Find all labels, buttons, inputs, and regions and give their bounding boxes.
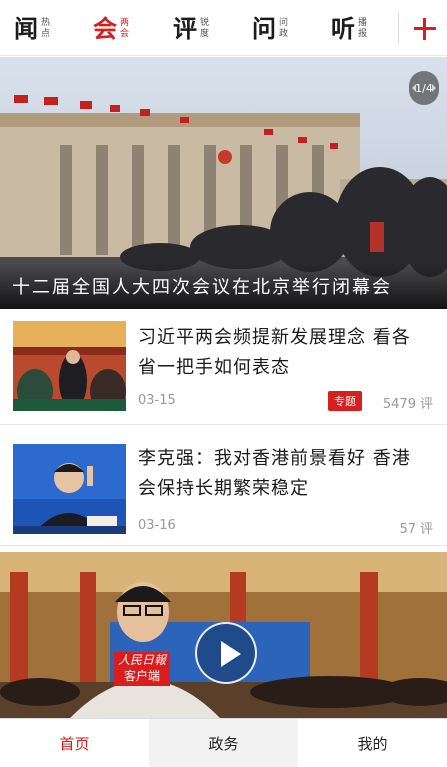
comment-count-value: 5479 [382,397,416,412]
news-thumbnail [13,321,126,411]
news-date: 03-16 [138,518,176,533]
tab-mine[interactable]: 我的 [298,719,447,767]
nav-tab-commentary-label: 评 [173,14,197,43]
hero-banner[interactable]: 1/4 十二届全国人大四次会议在北京举行闭幕会 [0,57,447,309]
nav-sub-text: 锐 [200,18,210,28]
play-icon[interactable] [195,622,257,684]
comment-count-unit: 评 [419,522,433,537]
video-source-logo: 人民日報 客户端 [114,652,170,686]
nav-sub-text: 两 [120,18,130,28]
nav-tab-hot[interactable]: 闻 热 点 [14,10,50,48]
news-thumbnail [13,444,126,534]
news-item[interactable]: 习近平两会频提新发展理念 看各省一把手如何表态 03-15 专题 5479 评 [0,309,447,425]
nav-sub-text: 热 [41,18,51,28]
bottom-tab-bar: 首页 政务 我的 [0,718,447,767]
logo-subtext: 客户端 [123,669,160,683]
nav-sub-text: 问 [279,18,289,28]
hero-caption-overlay: 十二届全国人大四次会议在北京举行闭幕会 [0,263,447,309]
nav-sub-text: 点 [41,29,51,39]
nav-sub-text: 会 [120,29,130,39]
comment-count: 57 评 [399,518,433,537]
news-item[interactable]: 李克强：我对香港前景看好 香港会保持长期繁荣稳定 03-16 57 评 [0,430,447,546]
logo-text: 人民日報 [117,653,166,667]
video-card[interactable] [0,552,447,718]
hero-caption: 十二届全国人大四次会议在北京举行闭幕会 [12,277,392,298]
nav-tab-broadcast-label: 听 [331,14,355,43]
nav-tab-commentary-sub: 锐 度 [200,18,209,40]
nav-tab-ask-gov-sub: 问 政 [279,18,288,40]
tab-government[interactable]: 政务 [149,719,298,767]
comment-count: 5479 评 [383,393,433,412]
nav-tab-hot-label: 闻 [14,14,38,43]
nav-tab-two-sessions-sub: 两 会 [120,18,129,40]
slide-page-indicator: 1/4 [409,71,439,105]
nav-sub-text: 度 [200,29,210,39]
nav-tab-two-sessions-label: 会 [93,14,117,43]
tab-home[interactable]: 首页 [0,719,149,767]
news-date: 03-15 [138,393,176,408]
comment-count-unit: 评 [419,397,433,412]
news-title: 李克强：我对香港前景看好 香港会保持长期繁荣稳定 [138,448,411,499]
nav-divider [398,12,399,44]
nav-tab-two-sessions[interactable]: 会 两 会 [93,10,129,48]
plus-icon[interactable] [410,10,442,46]
nav-tab-broadcast[interactable]: 听 播 报 [331,10,367,48]
nav-sub-text: 报 [358,29,368,39]
top-nav: 闻 热 点 会 两 会 评 锐 度 问 问 政 听 播 报 [0,0,447,56]
nav-tab-hot-sub: 热 点 [41,18,50,40]
nav-tab-broadcast-sub: 播 报 [358,18,367,40]
nav-tab-ask-gov-label: 问 [252,14,276,43]
nav-sub-text: 播 [358,18,368,28]
comment-count-value: 57 [399,522,416,537]
topic-badge: 专题 [328,391,362,411]
nav-sub-text: 政 [279,29,289,39]
nav-tab-commentary[interactable]: 评 锐 度 [173,10,209,48]
nav-tab-ask-gov[interactable]: 问 问 政 [252,10,288,48]
news-title: 习近平两会频提新发展理念 看各省一把手如何表态 [138,327,411,378]
